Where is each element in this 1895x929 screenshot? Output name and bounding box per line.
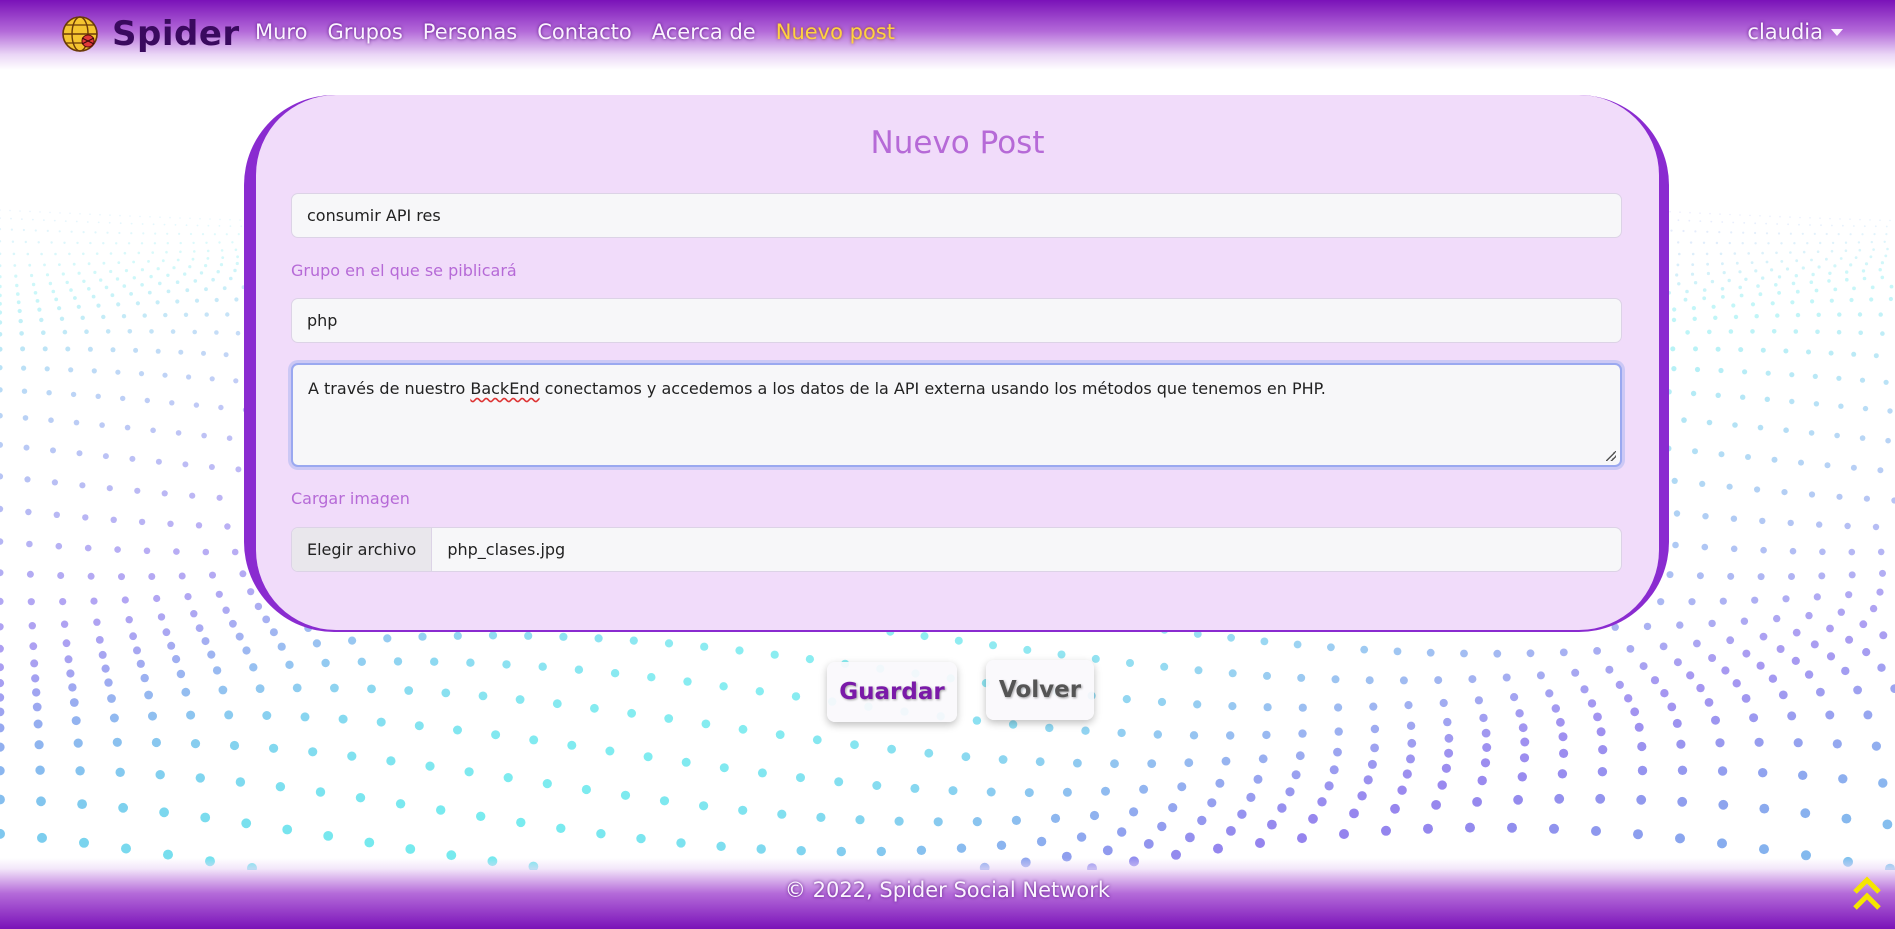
group-select[interactable]: php bbox=[291, 298, 1622, 343]
resize-handle-icon[interactable] bbox=[1606, 451, 1616, 461]
nav-link-contacto[interactable]: Contacto bbox=[537, 20, 632, 44]
navbar: Spider Muro Grupos Personas Contacto Ace… bbox=[0, 0, 1895, 70]
selected-file-name: php_clases.jpg bbox=[447, 540, 566, 559]
user-menu[interactable]: claudia bbox=[1747, 20, 1843, 44]
nav-link-nuevo-post[interactable]: Nuevo post bbox=[776, 20, 895, 44]
user-name: claudia bbox=[1747, 20, 1823, 44]
nav-link-personas[interactable]: Personas bbox=[423, 20, 517, 44]
footer: © 2022, Spider Social Network bbox=[0, 858, 1895, 929]
group-label: Grupo en el que se piblicará bbox=[291, 261, 517, 280]
caret-down-icon bbox=[1831, 28, 1843, 36]
globe-spider-icon bbox=[62, 16, 98, 52]
double-chevron-up-icon[interactable] bbox=[1851, 874, 1883, 914]
save-button[interactable]: Guardar bbox=[827, 662, 957, 722]
brand-name: Spider bbox=[112, 14, 240, 54]
nav-link-grupos[interactable]: Grupos bbox=[327, 20, 402, 44]
nav-links: Muro Grupos Personas Contacto Acerca de … bbox=[255, 20, 895, 44]
misspelled-word: BackEnd bbox=[470, 379, 540, 398]
nav-link-acerca-de[interactable]: Acerca de bbox=[652, 20, 756, 44]
body-text-part: A través de nuestro bbox=[308, 379, 471, 398]
page-title: Nuevo Post bbox=[870, 125, 1045, 161]
image-file-input[interactable]: Elegir archivo php_clases.jpg bbox=[291, 527, 1622, 572]
brand[interactable]: Spider bbox=[60, 12, 240, 56]
image-label: Cargar imagen bbox=[291, 489, 410, 508]
body-text-part: conectamos y accedemos a los datos de la… bbox=[539, 379, 1326, 398]
footer-copyright: © 2022, Spider Social Network bbox=[784, 878, 1111, 902]
choose-file-button[interactable]: Elegir archivo bbox=[292, 528, 433, 571]
nav-link-muro[interactable]: Muro bbox=[255, 20, 307, 44]
new-post-card: Nuevo Post consumir API res Grupo en el … bbox=[256, 95, 1659, 630]
post-body-textarea[interactable]: A través de nuestro BackEnd conectamos y… bbox=[291, 363, 1622, 467]
back-button[interactable]: Volver bbox=[986, 660, 1094, 720]
post-title-input[interactable]: consumir API res bbox=[291, 193, 1622, 238]
